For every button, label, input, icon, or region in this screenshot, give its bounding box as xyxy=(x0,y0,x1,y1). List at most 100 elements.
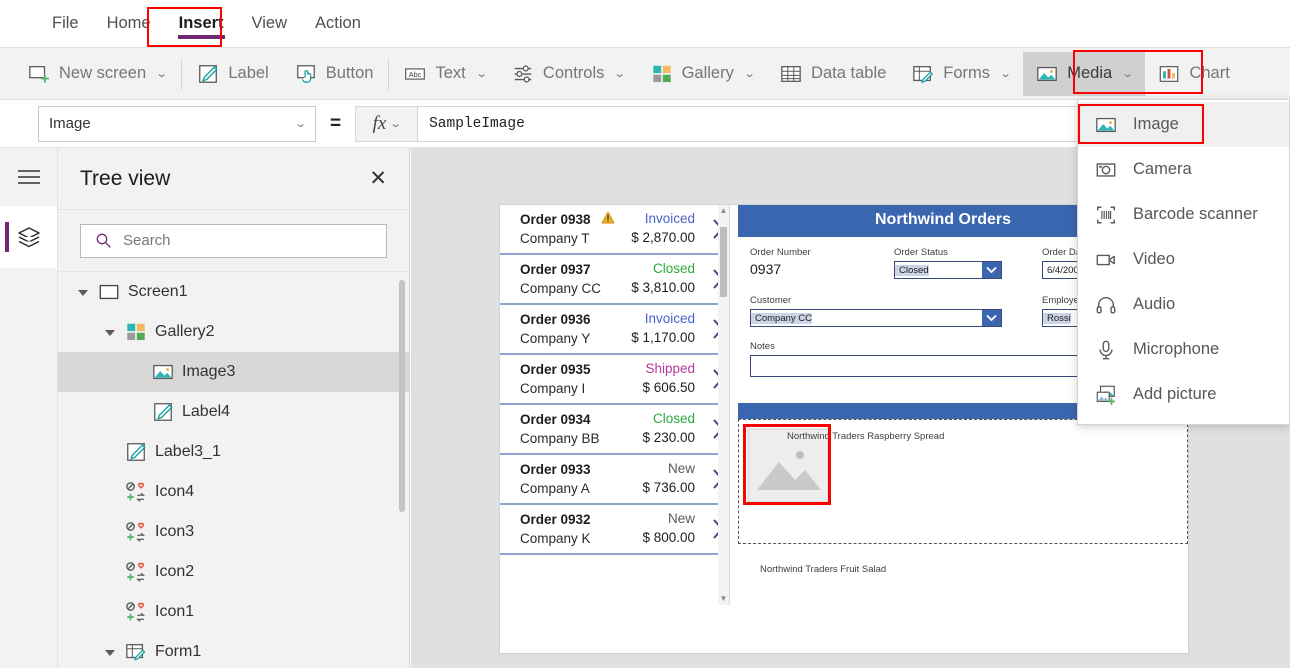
gallery-row[interactable]: Order 0933 New Company A $ 736.00 xyxy=(500,455,729,505)
tree-item-icon2[interactable]: Icon2 xyxy=(58,552,409,592)
tree-search-box[interactable] xyxy=(80,223,387,258)
ribbon-label: New screen xyxy=(59,64,147,82)
ribbon-media-button[interactable]: Media ⌄ xyxy=(1023,51,1146,96)
tree-item-icon4[interactable]: Icon4 xyxy=(58,472,409,512)
tree-item-label4[interactable]: Label4 xyxy=(58,392,409,432)
label-icon xyxy=(154,403,173,421)
orders-gallery[interactable]: Order 0938 Invoiced Company T $ 2,870.00 xyxy=(500,205,730,605)
menu-item-label: Home xyxy=(106,14,151,32)
ribbon-forms-button[interactable]: Forms ⌄ xyxy=(899,52,1023,96)
customer-dropdown[interactable]: Company CC xyxy=(750,309,1002,327)
tree-item-label: Icon4 xyxy=(155,483,195,500)
media-menu-item-camera[interactable]: Camera xyxy=(1078,147,1289,192)
chevron-down-icon: ⌄ xyxy=(475,68,488,80)
media-menu-item-audio[interactable]: Audio xyxy=(1078,282,1289,327)
expand-arrow-icon[interactable] xyxy=(80,287,90,297)
ribbon-label-button[interactable]: Label xyxy=(184,52,281,96)
gallery-scroll-thumb[interactable] xyxy=(720,227,727,297)
order-company: Company T xyxy=(520,230,590,246)
media-menu-item-image[interactable]: Image xyxy=(1078,102,1289,147)
hamburger-icon xyxy=(17,170,40,184)
ribbon-gallery-button[interactable]: Gallery ⌄ xyxy=(638,52,767,96)
close-icon[interactable]: ✕ xyxy=(369,168,387,189)
form-icon xyxy=(126,644,146,661)
warning-icon xyxy=(601,211,615,224)
ribbon-text-button[interactable]: Abc Text ⌄ xyxy=(391,52,498,96)
tree-item-label: Form1 xyxy=(155,643,202,660)
expand-arrow-icon xyxy=(107,527,117,537)
tree-item-icon1[interactable]: Icon1 xyxy=(58,592,409,632)
tree-item-icon3[interactable]: Icon3 xyxy=(58,512,409,552)
gallery-row[interactable]: Order 0937 Closed Company CC $ 3,810.00 xyxy=(500,255,729,305)
expand-arrow-icon[interactable] xyxy=(107,327,117,337)
media-dropdown-menu[interactable]: Image Camera Barcode scanner Video Audio… xyxy=(1077,99,1290,425)
media-menu-item-video[interactable]: Video xyxy=(1078,237,1289,282)
menu-item-file[interactable]: File xyxy=(38,8,93,39)
media-menu-item-add-picture[interactable]: Add picture xyxy=(1078,372,1289,417)
powerapps-studio-window: File Home Insert View Action New screen … xyxy=(0,0,1290,668)
chevron-down-icon: ⌄ xyxy=(155,68,168,80)
tree-item-label: Icon3 xyxy=(155,523,195,540)
customer-value: Company CC xyxy=(751,312,813,324)
order-status: Invoiced xyxy=(644,311,695,326)
ribbon-new-screen-button[interactable]: New screen ⌄ xyxy=(0,52,179,96)
image-icon xyxy=(153,364,173,380)
property-dropdown-value: Image xyxy=(49,115,91,132)
gallery-row[interactable]: Order 0938 Invoiced Company T $ 2,870.00 xyxy=(500,205,729,255)
tree-item-label: Screen1 xyxy=(128,283,188,300)
tree-item-label: Label3_1 xyxy=(155,443,221,460)
tree-item-label3-1[interactable]: Label3_1 xyxy=(58,432,409,472)
order-status-label: Order Status xyxy=(894,247,948,258)
gallery-scrollbar[interactable]: ▲ ▼ xyxy=(718,205,729,605)
tree-item-image3[interactable]: Image3 xyxy=(58,352,409,392)
menu-item-action[interactable]: Action xyxy=(301,8,375,39)
menu-item-home[interactable]: Home xyxy=(93,8,165,39)
search-input[interactable] xyxy=(121,231,354,250)
media-menu-label: Audio xyxy=(1133,295,1176,313)
ribbon-button-button[interactable]: Button xyxy=(282,52,387,96)
ribbon-label: Chart xyxy=(1189,64,1230,82)
left-rail xyxy=(0,148,58,668)
scroll-up-arrow-icon[interactable]: ▲ xyxy=(718,207,729,215)
order-amount: $ 736.00 xyxy=(642,480,695,495)
menu-item-insert[interactable]: Insert xyxy=(165,8,238,39)
ribbon-label: Label xyxy=(228,64,269,82)
tree-item-form1[interactable]: Form1 xyxy=(58,632,409,666)
new-screen-icon xyxy=(29,65,50,83)
menu-item-label: Insert xyxy=(178,14,224,32)
media-menu-item-microphone[interactable]: Microphone xyxy=(1078,327,1289,372)
scroll-down-arrow-icon[interactable]: ▼ xyxy=(718,595,729,603)
ribbon-chart-button[interactable]: Chart xyxy=(1145,52,1242,96)
menu-item-label: View xyxy=(251,14,288,32)
gallery-row[interactable]: Order 0934 Closed Company BB $ 230.00 xyxy=(500,405,729,455)
menu-item-label: Action xyxy=(315,14,361,32)
layers-icon xyxy=(17,227,40,248)
gallery-row[interactable]: Order 0935 Shipped Company I $ 606.50 xyxy=(500,355,729,405)
expand-arrow-icon xyxy=(134,407,144,417)
tree-item-screen1[interactable]: Screen1 xyxy=(58,272,409,312)
chevron-down-icon[interactable] xyxy=(982,262,1001,278)
ribbon-controls-button[interactable]: Controls ⌄ xyxy=(499,52,638,96)
fx-button[interactable]: fx ⌄ xyxy=(355,105,418,142)
gallery-row[interactable]: Order 0936 Invoiced Company Y $ 1,170.00 xyxy=(500,305,729,355)
order-company: Company A xyxy=(520,480,590,496)
ribbon-data-table-button[interactable]: Data table xyxy=(767,52,899,96)
expand-arrow-icon xyxy=(107,487,117,497)
label-icon xyxy=(199,64,218,83)
tree-view-list[interactable]: Screen1 Gallery2 Image3 Label4 Label3_1 … xyxy=(58,272,409,666)
label-icon xyxy=(127,443,146,461)
tree-view-scrollbar[interactable] xyxy=(399,280,405,512)
chevron-down-icon: ⌄ xyxy=(743,68,756,80)
media-menu-item-barcode-scanner[interactable]: Barcode scanner xyxy=(1078,192,1289,237)
gallery-row[interactable]: Order 0932 New Company K $ 800.00 xyxy=(500,505,729,555)
order-status-dropdown[interactable]: Closed xyxy=(894,261,1002,279)
hamburger-menu-button[interactable] xyxy=(0,148,57,206)
expand-arrow-icon[interactable] xyxy=(107,647,117,657)
active-tab-underline xyxy=(177,35,225,39)
chevron-down-icon[interactable] xyxy=(982,310,1001,326)
expand-arrow-icon xyxy=(107,607,117,617)
menu-item-view[interactable]: View xyxy=(238,8,301,39)
tree-item-gallery2[interactable]: Gallery2 xyxy=(58,312,409,352)
property-dropdown[interactable]: Image ⌄ xyxy=(38,105,316,142)
rail-item-tree-view[interactable] xyxy=(0,206,57,268)
